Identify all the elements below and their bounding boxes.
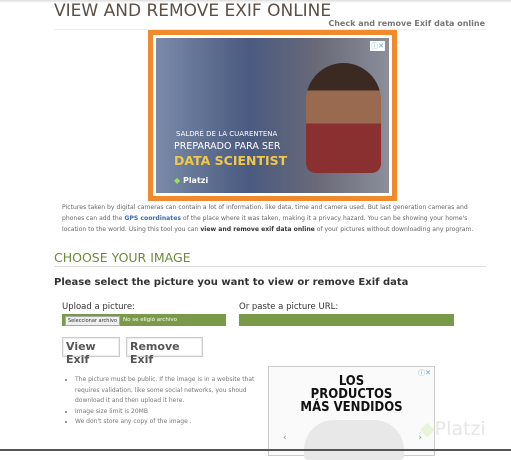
ad-banner-side[interactable]: ⓘ✕ LOS PRODUCTOS MÁS VENDIDOS ‹ › [268,366,435,460]
ad-line3: DATA SCIENTIST [174,153,288,168]
remove-exif-button[interactable]: Remove Exif [126,337,203,366]
ad-image[interactable]: SALDRÉ DE LA CUARENTENA PREPARADO PARA S… [156,38,389,193]
ad-side-line3: MÁS VENDIDOS [300,400,403,415]
ad-banner-top[interactable]: SALDRÉ DE LA CUARENTENA PREPARADO PARA S… [148,30,397,201]
section-prompt: Please select the picture you want to vi… [54,277,409,288]
ad-close-icon[interactable]: ⓘ✕ [418,368,431,378]
ad-close-icon[interactable]: ⓘ✕ [370,41,385,51]
url-input[interactable] [239,314,454,326]
divider [54,266,486,267]
choose-file-button[interactable]: Seleccionar archivo [65,316,120,326]
gps-link[interactable]: GPS coordinates [124,215,181,222]
platzi-watermark: ◆Platzi [420,418,486,440]
page-title: VIEW AND REMOVE EXIF ONLINE [54,1,332,21]
ad-line1: SALDRÉ DE LA CUARENTENA [176,130,278,138]
view-exif-button[interactable]: View Exif [62,337,120,366]
intro-paragraph: Pictures taken by digital cameras can co… [62,204,474,233]
platzi-logo-icon: ◆ [174,176,181,185]
file-input[interactable]: Seleccionar archivo No se eligió archivo [62,314,226,326]
ad-person-image [306,63,381,173]
notes-list: The picture must be public. If the image… [75,375,275,428]
carousel-prev-icon[interactable]: ‹ [283,433,287,443]
platzi-logo-icon: ◆ [420,418,435,440]
note-item: Image size limit is 20MB [75,407,275,418]
ad-logo: ◆ Platzi [174,176,209,185]
section-title: CHOOSE YOUR IMAGE [54,250,191,265]
url-label: Or paste a picture URL: [239,302,339,312]
file-status: No se eligió archivo [123,317,177,323]
upload-label: Upload a picture: [62,302,135,312]
note-item: The picture must be public. If the image… [75,375,275,407]
ad-line2: PREPARADO PARA SER [174,141,281,152]
page-subtitle: Check and remove Exif data online [328,19,485,28]
ad-shoe-image [304,420,404,460]
note-item: We don't store any copy of the image . [75,417,275,428]
